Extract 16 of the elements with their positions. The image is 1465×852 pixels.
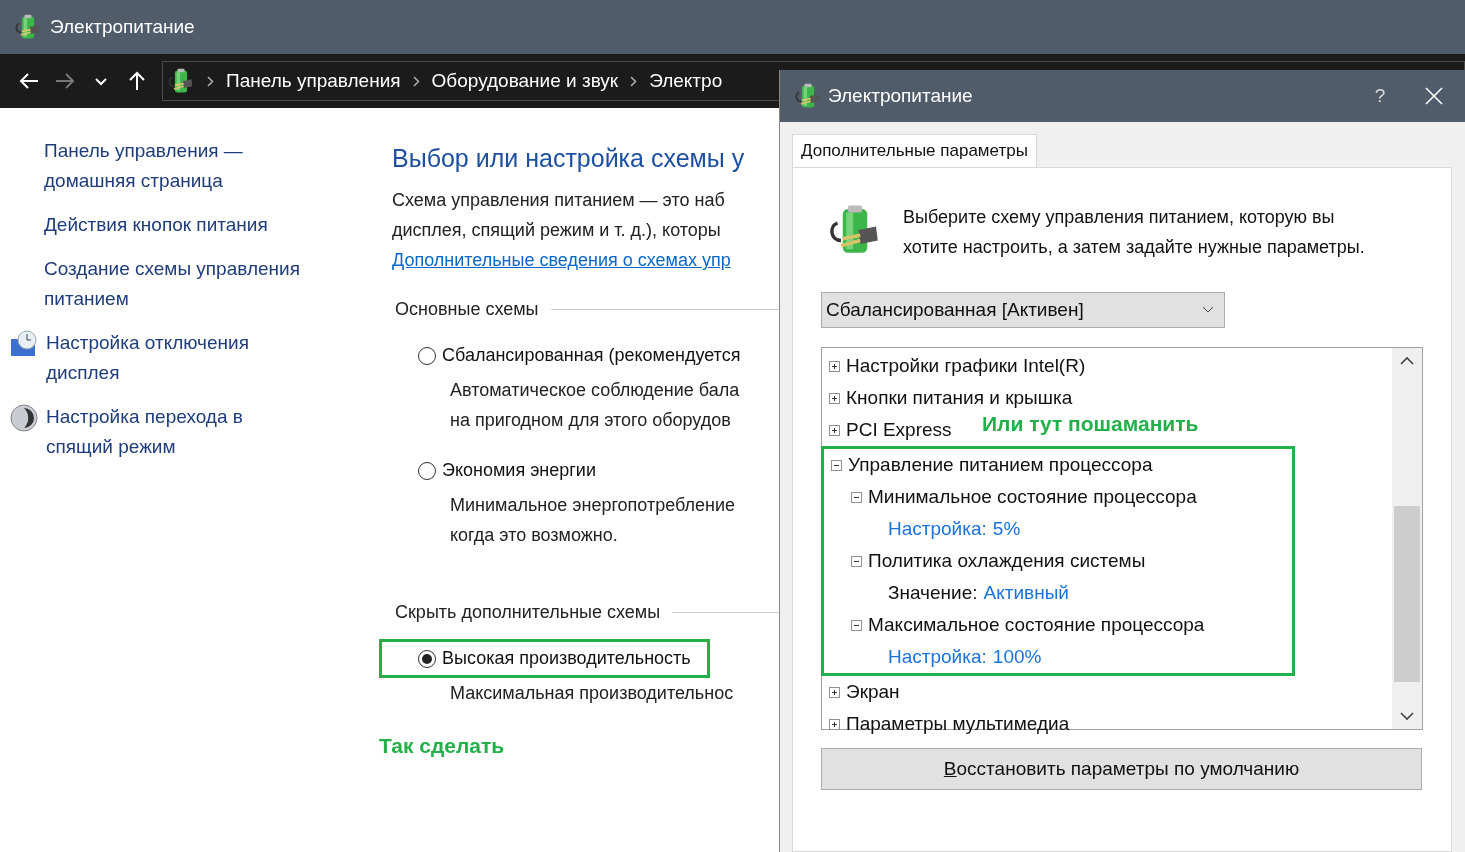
section-title: Скрыть дополнительные схемы xyxy=(395,602,661,623)
description-text: Схема управления питанием — это наб xyxy=(392,189,726,212)
scheme-description: когда это возможно. xyxy=(449,524,619,547)
annotation-text: Так сделать xyxy=(379,734,506,758)
setting-label: Значение: xyxy=(888,582,978,604)
scheme-description: на пригодном для этого оборудов xyxy=(449,409,732,432)
description-text: дисплея, спящий режим и т. д.), которы xyxy=(392,219,722,242)
section-title: Основные схемы xyxy=(395,299,539,320)
dialog-title: Электропитание xyxy=(828,85,974,107)
page-heading: Выбор или настройка схемы у xyxy=(392,144,746,173)
scheme-description: Автоматическое соблюдение бала xyxy=(449,379,741,402)
intro-text: Выберите схему управления питанием, которую вы хотите настроить, а затем задайте нужные параметры. xyxy=(903,206,1366,259)
scheme-description: Минимальное энергопотребление xyxy=(449,494,737,517)
annotation-text: Или тут пошаманить xyxy=(982,412,1199,436)
window-title: Электропитание xyxy=(50,16,195,38)
scheme-description: Максимальная производительнос xyxy=(449,682,735,705)
